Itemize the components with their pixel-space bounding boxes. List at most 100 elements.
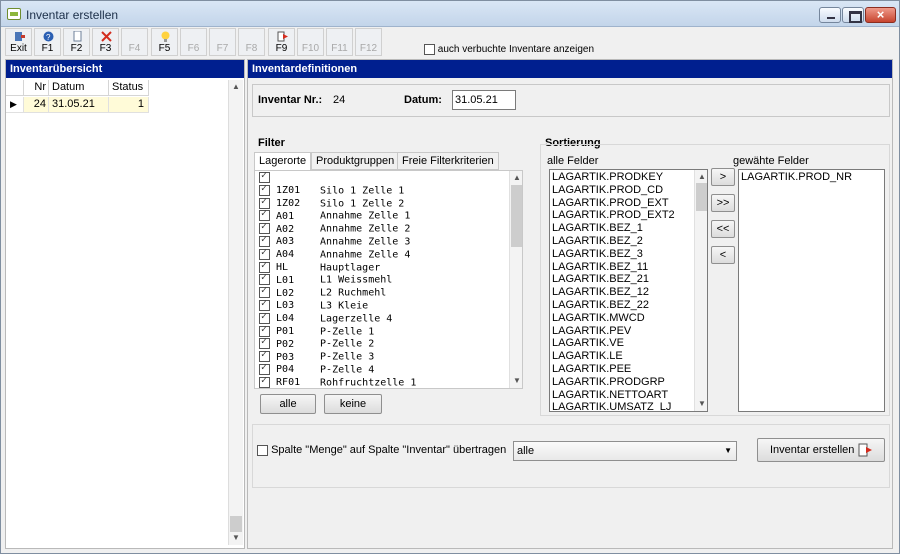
exit-toolbar-button[interactable]: Exit — [5, 28, 32, 56]
scroll-thumb[interactable] — [230, 516, 242, 532]
transfer-quantity-option[interactable]: Spalte "Menge" auf Spalte "Inventar" übe… — [257, 444, 506, 456]
list-item[interactable]: P01 P-Zelle 1 — [259, 324, 509, 339]
location-checkbox[interactable] — [259, 336, 270, 350]
location-checkbox[interactable] — [259, 247, 270, 260]
tab-freie-filterkriterien[interactable]: Freie Filterkriterien — [397, 152, 499, 170]
location-checkbox[interactable] — [259, 221, 270, 235]
list-item[interactable]: LAGARTIK.PROD_EXT — [552, 197, 692, 210]
list-item[interactable]: LAGARTIK.LE — [552, 350, 692, 363]
close-window-button[interactable]: × — [865, 7, 896, 23]
horizontal-scroll-area[interactable] — [247, 537, 894, 547]
scroll-thumb[interactable] — [511, 185, 522, 247]
select-none-button[interactable]: keine — [324, 394, 382, 414]
overview-scrollbar[interactable]: ▲ ▼ — [228, 80, 243, 545]
minimize-button[interactable] — [819, 7, 841, 23]
list-item[interactable]: P04 P-Zelle 4 — [259, 362, 509, 377]
svg-text:?: ? — [46, 33, 51, 42]
product-filter-select[interactable]: alle ▼ — [513, 441, 737, 461]
list-item[interactable]: LAGARTIK.MWCD — [552, 312, 692, 325]
transfer-quantity-checkbox[interactable] — [257, 444, 268, 456]
show-booked-inventories-checkbox[interactable] — [424, 44, 435, 55]
scroll-down-icon[interactable]: ▼ — [229, 532, 243, 544]
move-left-button[interactable]: < — [711, 246, 735, 264]
list-item[interactable]: 1Z01 Silo 1 Zelle 1 — [259, 183, 509, 198]
location-checkbox[interactable] — [259, 349, 270, 363]
list-item[interactable]: LAGARTIK.BEZ_21 — [552, 273, 692, 286]
location-checkbox[interactable] — [259, 196, 270, 209]
f9-toolbar-button[interactable]: F9 — [268, 28, 295, 56]
select-all-locations-checkbox[interactable] — [259, 171, 270, 183]
tab-produktgruppen[interactable]: Produktgruppen — [311, 152, 400, 170]
list-item[interactable]: LAGARTIK.PROD_CD — [552, 184, 692, 197]
scroll-thumb[interactable] — [696, 183, 707, 211]
list-item[interactable]: LAGARTIK.VE — [552, 337, 692, 350]
select-all-button[interactable]: alle — [260, 394, 316, 414]
list-item[interactable]: L01 L1 Weissmehl — [259, 272, 509, 287]
maximize-button[interactable] — [842, 7, 864, 23]
location-checkbox[interactable] — [259, 272, 270, 286]
location-checkbox[interactable] — [259, 260, 270, 273]
list-item[interactable]: RF01 Rohfruchtzelle 1 — [259, 375, 509, 388]
list-item[interactable]: LAGARTIK.PRODGRP — [552, 376, 692, 389]
cell-status[interactable]: 1 — [109, 97, 149, 113]
move-right-button[interactable]: > — [711, 168, 735, 186]
move-all-left-button[interactable]: << — [711, 220, 735, 238]
list-item[interactable]: LAGARTIK.PEE — [552, 363, 692, 376]
list-item[interactable]: A03 Annahme Zelle 3 — [259, 234, 509, 249]
storage-location-list[interactable]: 1Z01 Silo 1 Zelle 1 1Z02 Silo 1 Zelle 2 A0… — [254, 170, 523, 389]
list-item[interactable]: A02 Annahme Zelle 2 — [259, 221, 509, 236]
list-item[interactable]: LAGARTIK.BEZ_22 — [552, 299, 692, 312]
cell-datum[interactable]: 31.05.21 — [49, 97, 109, 113]
scroll-down-icon[interactable]: ▼ — [695, 398, 707, 410]
f1-toolbar-button[interactable]: ? F1 — [34, 28, 61, 56]
list-item[interactable]: A04 Annahme Zelle 4 — [259, 247, 509, 262]
table-row[interactable]: ▶ 24 31.05.21 1 — [6, 97, 156, 113]
location-checkbox[interactable] — [259, 311, 270, 324]
list-item[interactable]: L03 L3 Kleie — [259, 298, 509, 313]
list-item[interactable]: LAGARTIK.BEZ_2 — [552, 235, 692, 248]
scroll-up-icon[interactable]: ▲ — [695, 171, 707, 183]
list-item[interactable]: LAGARTIK.BEZ_3 — [552, 248, 692, 261]
location-checkbox[interactable] — [259, 208, 270, 222]
list-item[interactable]: LAGARTIK.UMSATZ_LJ — [552, 401, 692, 411]
list-item[interactable]: LAGARTIK.BEZ_1 — [552, 222, 692, 235]
f5-toolbar-button[interactable]: F5 — [151, 28, 178, 56]
date-input[interactable]: 31.05.21 — [452, 90, 516, 110]
all-fields-scrollbar[interactable]: ▲ ▼ — [694, 170, 707, 411]
location-checkbox[interactable] — [259, 324, 270, 337]
f3-toolbar-button[interactable]: F3 — [92, 28, 119, 56]
show-booked-inventories-option[interactable]: auch verbuchte Inventare anzeigen — [424, 44, 594, 55]
tab-lagerorte[interactable]: Lagerorte — [254, 152, 312, 171]
location-checkbox[interactable] — [259, 183, 270, 196]
all-fields-list[interactable]: LAGARTIK.PRODKEY LAGARTIK.PROD_CD LAGARTIK… — [549, 169, 708, 412]
list-item[interactable]: 1Z02 Silo 1 Zelle 2 — [259, 196, 509, 211]
select-all-locations-row[interactable] — [259, 171, 509, 185]
location-checkbox[interactable] — [259, 285, 270, 299]
location-checkbox[interactable] — [259, 298, 270, 311]
list-item[interactable]: P02 P-Zelle 2 — [259, 336, 509, 351]
location-checkbox[interactable] — [259, 234, 270, 247]
list-item[interactable]: LAGARTIK.NETTOART — [552, 389, 692, 402]
f2-toolbar-button[interactable]: F2 — [63, 28, 90, 56]
list-item[interactable]: LAGARTIK.PEV — [552, 325, 692, 338]
scroll-down-icon[interactable]: ▼ — [510, 375, 522, 387]
scroll-up-icon[interactable]: ▲ — [510, 172, 522, 184]
selected-fields-list[interactable]: LAGARTIK.PROD_NR — [738, 169, 885, 412]
list-item[interactable]: A01 Annahme Zelle 1 — [259, 208, 509, 223]
move-all-right-button[interactable]: >> — [711, 194, 735, 212]
list-item[interactable]: LAGARTIK.BEZ_12 — [552, 286, 692, 299]
storage-location-scrollbar[interactable]: ▲ ▼ — [509, 171, 522, 388]
list-item[interactable]: L04 Lagerzelle 4 — [259, 311, 509, 326]
list-item[interactable]: P03 P-Zelle 3 — [259, 349, 509, 364]
location-checkbox[interactable] — [259, 375, 270, 388]
scroll-up-icon[interactable]: ▲ — [229, 81, 243, 93]
list-item[interactable]: LAGARTIK.BEZ_11 — [552, 261, 692, 274]
location-checkbox[interactable] — [259, 362, 270, 375]
create-inventory-button[interactable]: Inventar erstellen — [757, 438, 885, 462]
list-item[interactable]: HL Hauptlager — [259, 260, 509, 275]
list-item[interactable]: LAGARTIK.PRODKEY — [552, 171, 692, 184]
cell-nr[interactable]: 24 — [24, 97, 49, 113]
list-item[interactable]: LAGARTIK.PROD_NR — [741, 171, 881, 184]
list-item[interactable]: L02 L2 Ruchmehl — [259, 285, 509, 300]
list-item[interactable]: LAGARTIK.PROD_EXT2 — [552, 209, 692, 222]
